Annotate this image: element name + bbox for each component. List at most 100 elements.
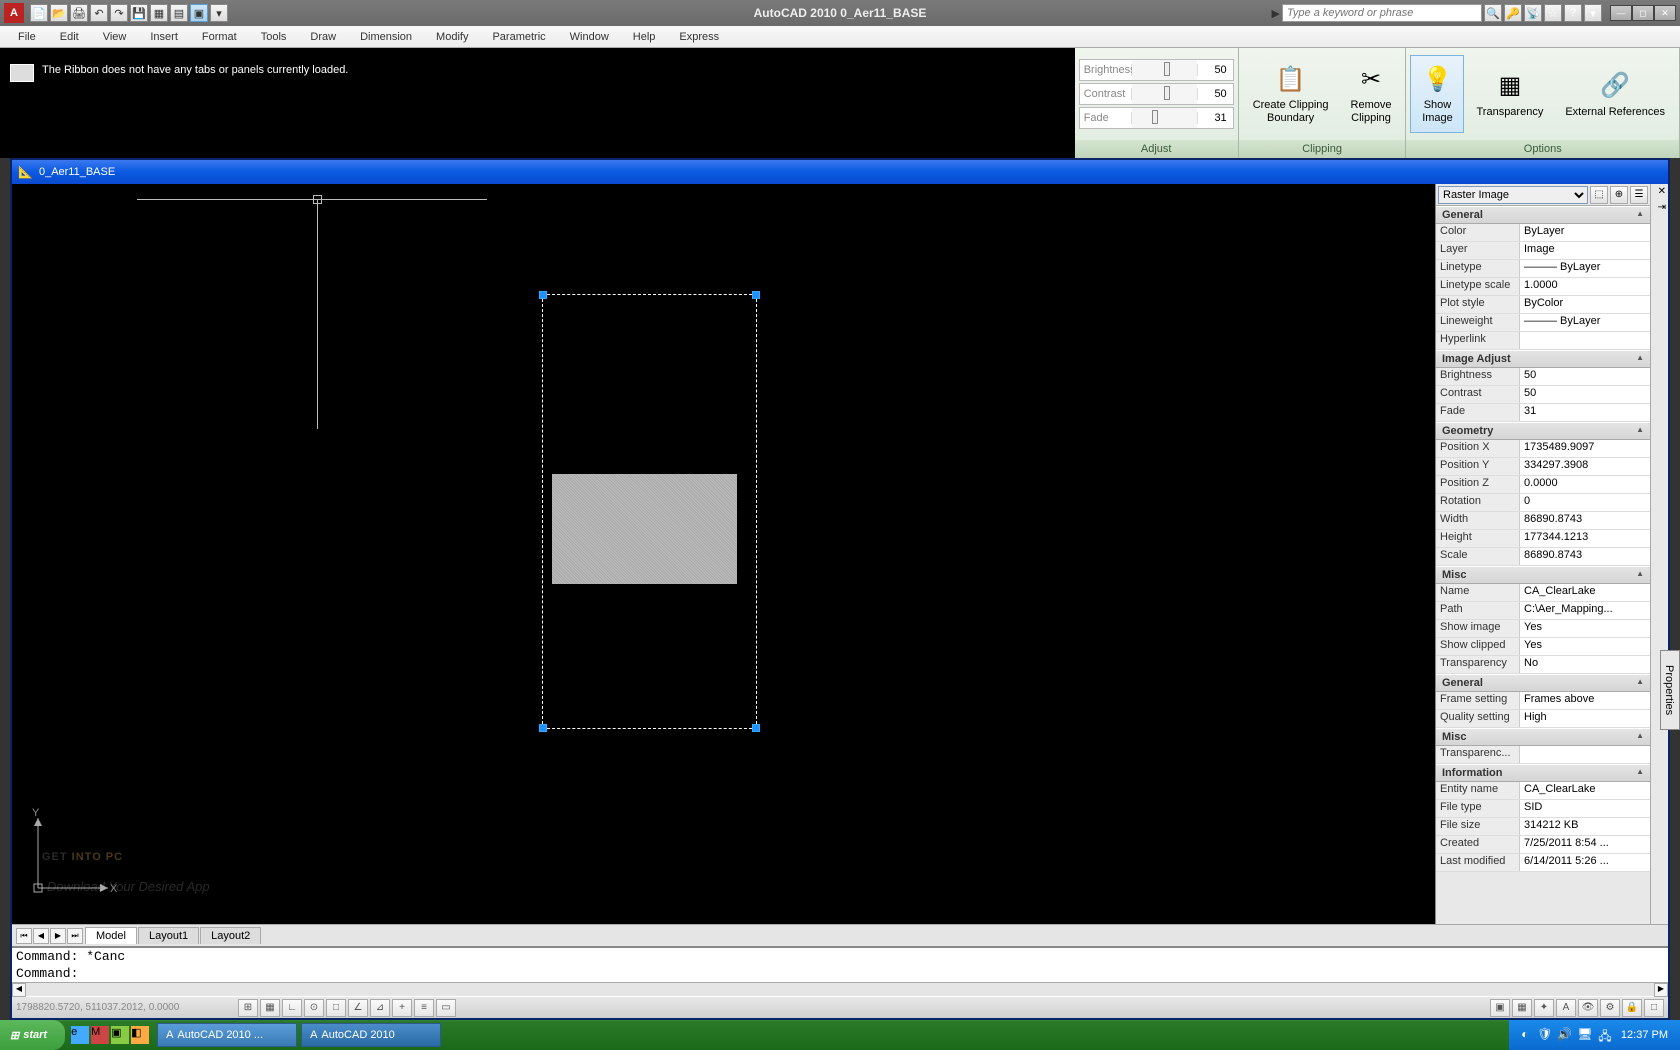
menu-express[interactable]: Express bbox=[667, 28, 731, 46]
prop-row[interactable]: Layer Image bbox=[1436, 242, 1650, 260]
properties-side-tab[interactable]: Properties bbox=[1660, 650, 1680, 730]
prop-row[interactable]: Lineweight ——— ByLayer bbox=[1436, 314, 1650, 332]
prop-category[interactable]: General▲ bbox=[1436, 674, 1650, 692]
ql-app3-icon[interactable]: ◧ bbox=[131, 1026, 149, 1044]
menu-file[interactable]: File bbox=[6, 28, 48, 46]
prop-value[interactable]: CA_ClearLake bbox=[1520, 782, 1650, 799]
tab-layout2[interactable]: Layout2 bbox=[200, 927, 261, 944]
prop-value[interactable]: 50 bbox=[1520, 386, 1650, 403]
dyn-icon[interactable]: + bbox=[392, 999, 412, 1017]
prop-value[interactable]: C:\Aer_Mapping... bbox=[1520, 602, 1650, 619]
prop-value[interactable]: 0.0000 bbox=[1520, 476, 1650, 493]
taskbar-item-2[interactable]: AAutoCAD 2010 bbox=[301, 1023, 441, 1047]
qat-print-icon[interactable]: 🖨 bbox=[70, 4, 88, 22]
tray-icon[interactable]: 🖧 bbox=[1597, 1027, 1613, 1043]
prop-value[interactable]: ByLayer bbox=[1520, 224, 1650, 241]
ortho-icon[interactable]: ∟ bbox=[282, 999, 302, 1017]
menu-edit[interactable]: Edit bbox=[48, 28, 91, 46]
prop-row[interactable]: Show clipped Yes bbox=[1436, 638, 1650, 656]
ws-icon[interactable]: ⚙ bbox=[1600, 999, 1620, 1017]
qat-undo-icon[interactable]: ↶ bbox=[90, 4, 108, 22]
qp-icon[interactable]: ▭ bbox=[436, 999, 456, 1017]
panel-close-icon[interactable]: ✕ bbox=[1658, 186, 1666, 197]
menu-window[interactable]: Window bbox=[558, 28, 621, 46]
prop-row[interactable]: Quality setting High bbox=[1436, 710, 1650, 728]
prop-row[interactable]: File type SID bbox=[1436, 800, 1650, 818]
selectobj-icon[interactable]: ⊕ bbox=[1610, 186, 1628, 204]
prop-value[interactable]: 177344.1213 bbox=[1520, 530, 1650, 547]
pickadd-icon[interactable]: ☰ bbox=[1630, 186, 1648, 204]
prop-value[interactable]: SID bbox=[1520, 800, 1650, 817]
otrack-icon[interactable]: ∠ bbox=[348, 999, 368, 1017]
menu-draw[interactable]: Draw bbox=[298, 28, 348, 46]
prop-category[interactable]: Misc▲ bbox=[1436, 566, 1650, 584]
prop-category[interactable]: General▲ bbox=[1436, 206, 1650, 224]
document-titlebar[interactable]: 📐 0_Aer11_BASE bbox=[12, 160, 1668, 184]
prop-value[interactable]: Image bbox=[1520, 242, 1650, 259]
ribbon-button[interactable]: ▦ Transparency bbox=[1466, 55, 1553, 133]
prop-value[interactable]: 0 bbox=[1520, 494, 1650, 511]
prop-category[interactable]: Image Adjust▲ bbox=[1436, 350, 1650, 368]
minimize-button[interactable]: — bbox=[1610, 5, 1632, 21]
prop-value[interactable]: 6/14/2011 5:26 ... bbox=[1520, 854, 1650, 871]
prop-row[interactable]: Position Z 0.0000 bbox=[1436, 476, 1650, 494]
prop-row[interactable]: Hyperlink bbox=[1436, 332, 1650, 350]
prop-row[interactable]: Contrast 50 bbox=[1436, 386, 1650, 404]
panel-collapse-icon[interactable]: ⇥ bbox=[1658, 202, 1666, 213]
app-logo[interactable]: A bbox=[4, 3, 24, 23]
prop-row[interactable]: Last modified 6/14/2011 5:26 ... bbox=[1436, 854, 1650, 872]
prop-value[interactable]: 1735489.9097 bbox=[1520, 440, 1650, 457]
help-icon[interactable]: ? bbox=[1564, 4, 1582, 22]
prop-row[interactable]: Transparenc... bbox=[1436, 746, 1650, 764]
prop-category[interactable]: Geometry▲ bbox=[1436, 422, 1650, 440]
prop-value[interactable]: Frames above bbox=[1520, 692, 1650, 709]
qat-save-icon[interactable]: 💾 bbox=[130, 4, 148, 22]
prop-row[interactable]: Show image Yes bbox=[1436, 620, 1650, 638]
prop-value[interactable]: 7/25/2011 8:54 ... bbox=[1520, 836, 1650, 853]
prop-row[interactable]: Scale 86890.8743 bbox=[1436, 548, 1650, 566]
tab-prev-icon[interactable]: ◀ bbox=[33, 928, 49, 944]
prop-row[interactable]: Plot style ByColor bbox=[1436, 296, 1650, 314]
prop-value[interactable]: High bbox=[1520, 710, 1650, 727]
prop-value[interactable]: 50 bbox=[1520, 368, 1650, 385]
prop-value[interactable]: No bbox=[1520, 656, 1650, 673]
tray-icon[interactable]: 🖥 bbox=[1577, 1027, 1593, 1043]
ribbon-button[interactable]: ✂ RemoveClipping bbox=[1341, 55, 1402, 133]
prop-value[interactable]: ——— ByLayer bbox=[1520, 314, 1650, 331]
grip-br[interactable] bbox=[752, 724, 760, 732]
menu-help[interactable]: Help bbox=[621, 28, 668, 46]
search-input[interactable] bbox=[1282, 4, 1482, 22]
menu-dimension[interactable]: Dimension bbox=[348, 28, 424, 46]
prop-value[interactable]: CA_ClearLake bbox=[1520, 584, 1650, 601]
prop-value[interactable]: 314212 KB bbox=[1520, 818, 1650, 835]
prop-row[interactable]: Rotation 0 bbox=[1436, 494, 1650, 512]
prop-row[interactable]: Name CA_ClearLake bbox=[1436, 584, 1650, 602]
prop-category[interactable]: Information▲ bbox=[1436, 764, 1650, 782]
ql-ie-icon[interactable]: e bbox=[71, 1026, 89, 1044]
command-window[interactable]: Command: *Canc Command: ◀ ▶ bbox=[12, 946, 1668, 996]
menu-parametric[interactable]: Parametric bbox=[480, 28, 557, 46]
qat-properties-icon[interactable]: ▤ bbox=[170, 4, 188, 22]
prop-row[interactable]: File size 314212 KB bbox=[1436, 818, 1650, 836]
prop-value[interactable]: Yes bbox=[1520, 620, 1650, 637]
prop-row[interactable]: Brightness 50 bbox=[1436, 368, 1650, 386]
tab-last-icon[interactable]: ⏭ bbox=[67, 928, 83, 944]
search-icon[interactable]: 🔍 bbox=[1484, 4, 1502, 22]
prop-value[interactable]: 86890.8743 bbox=[1520, 512, 1650, 529]
prop-row[interactable]: Position Y 334297.3908 bbox=[1436, 458, 1650, 476]
prop-row[interactable]: Path C:\Aer_Mapping... bbox=[1436, 602, 1650, 620]
maximize-button[interactable]: ◻ bbox=[1632, 5, 1654, 21]
tray-icon[interactable]: 🔊 bbox=[1557, 1027, 1573, 1043]
prop-value[interactable]: Yes bbox=[1520, 638, 1650, 655]
properties-body[interactable]: General▲ Color ByLayer Layer Image Linet… bbox=[1436, 206, 1650, 924]
qat-new-icon[interactable]: 📄 bbox=[30, 4, 48, 22]
menu-view[interactable]: View bbox=[91, 28, 139, 46]
quickview-icon[interactable]: ▦ bbox=[1512, 999, 1532, 1017]
ribbon-button[interactable]: 🔗 External References bbox=[1555, 55, 1675, 133]
prop-value[interactable]: 1.0000 bbox=[1520, 278, 1650, 295]
qat-layer-icon[interactable]: ▦ bbox=[150, 4, 168, 22]
prop-value[interactable]: 31 bbox=[1520, 404, 1650, 421]
prop-row[interactable]: Entity name CA_ClearLake bbox=[1436, 782, 1650, 800]
cleanscreen-icon[interactable]: □ bbox=[1644, 999, 1664, 1017]
object-type-select[interactable]: Raster Image bbox=[1438, 186, 1588, 204]
